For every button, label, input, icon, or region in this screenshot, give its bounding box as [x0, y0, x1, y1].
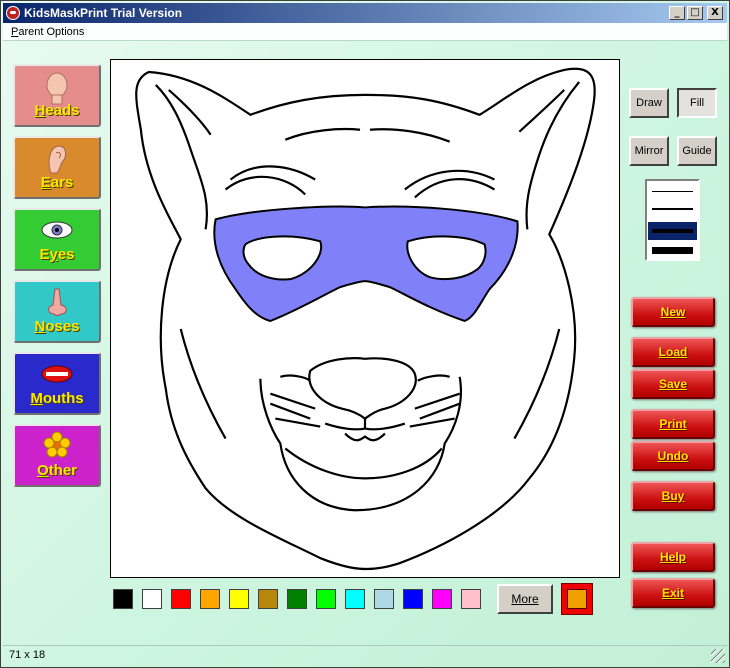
other-button[interactable]: Other: [13, 424, 101, 487]
mirror-button[interactable]: Mirror: [629, 136, 669, 166]
current-color-indicator: [561, 583, 593, 615]
print-button[interactable]: Print: [631, 409, 715, 439]
help-label: Help: [659, 550, 686, 564]
exit-button[interactable]: Exit: [631, 578, 715, 608]
ears-button[interactable]: Ears: [13, 136, 101, 199]
status-bar: 71 x 18: [3, 645, 727, 665]
more-label: More: [511, 592, 539, 606]
head-icon: [46, 72, 68, 105]
flower-icon: [43, 431, 71, 458]
nose-icon: [48, 288, 67, 316]
mask-drawing[interactable]: [111, 60, 619, 577]
mouths-button[interactable]: Mouths: [13, 352, 101, 415]
ear-icon: [48, 145, 67, 174]
load-label: Load: [658, 345, 688, 359]
undo-label: Undo: [657, 449, 689, 463]
eyes-label: Eyes: [39, 246, 75, 263]
eye-icon: [41, 221, 73, 239]
new-button[interactable]: New: [631, 297, 715, 327]
menu-bar: Parent Options: [3, 23, 727, 41]
menu-parent-options[interactable]: Parent Options: [11, 26, 84, 38]
color-swatch[interactable]: [403, 589, 423, 609]
title-bar[interactable]: KidsMaskPrint Trial Version _ □ X: [3, 3, 727, 23]
color-swatch[interactable]: [432, 589, 452, 609]
color-swatch[interactable]: [142, 589, 162, 609]
noses-label: Noses: [34, 318, 80, 335]
app-window: KidsMaskPrint Trial Version _ □ X Parent…: [0, 0, 730, 668]
load-button[interactable]: Load: [631, 337, 715, 367]
help-button[interactable]: Help: [631, 542, 715, 572]
more-colors-button[interactable]: More: [497, 584, 553, 614]
line-width-3[interactable]: [652, 229, 693, 233]
eyes-button[interactable]: Eyes: [13, 208, 101, 271]
fill-tool-button[interactable]: Fill: [677, 88, 717, 118]
resize-grip[interactable]: [711, 649, 725, 663]
window-title: KidsMaskPrint Trial Version: [24, 6, 183, 20]
other-label: Other: [36, 462, 77, 479]
new-label: New: [660, 305, 686, 319]
line-width-2[interactable]: [652, 208, 693, 210]
color-swatch[interactable]: [171, 589, 191, 609]
color-swatch[interactable]: [229, 589, 249, 609]
buy-label: Buy: [661, 489, 685, 503]
color-swatch[interactable]: [287, 589, 307, 609]
mouth-icon: [41, 365, 73, 383]
maximize-button[interactable]: □: [687, 6, 703, 20]
drawing-canvas[interactable]: [110, 59, 620, 578]
menu-label: arent Options: [18, 26, 85, 38]
color-swatch[interactable]: [374, 589, 394, 609]
guide-button[interactable]: Guide: [677, 136, 717, 166]
noses-button[interactable]: Noses: [13, 280, 101, 343]
exit-label: Exit: [661, 586, 684, 600]
color-swatch[interactable]: [345, 589, 365, 609]
current-color-swatch: [567, 589, 587, 609]
line-width-1[interactable]: [652, 191, 693, 192]
save-label: Save: [658, 377, 688, 391]
mask-app-icon[interactable]: [6, 6, 20, 20]
buy-button[interactable]: Buy: [631, 481, 715, 511]
status-coordinates: 71 x 18: [9, 649, 46, 661]
print-label: Print: [659, 417, 687, 431]
color-swatch[interactable]: [113, 589, 133, 609]
close-button[interactable]: X: [707, 6, 723, 20]
undo-button[interactable]: Undo: [631, 441, 715, 471]
color-swatch[interactable]: [200, 589, 220, 609]
color-swatch[interactable]: [258, 589, 278, 609]
line-width-4[interactable]: [652, 247, 693, 254]
heads-button[interactable]: Heads: [13, 64, 101, 127]
color-swatch[interactable]: [316, 589, 336, 609]
draw-tool-button[interactable]: Draw: [629, 88, 669, 118]
line-width-selector[interactable]: [645, 179, 700, 261]
mouths-label: Mouths: [30, 390, 84, 407]
save-button[interactable]: Save: [631, 369, 715, 399]
minimize-button[interactable]: _: [669, 6, 685, 20]
color-swatch[interactable]: [461, 589, 481, 609]
